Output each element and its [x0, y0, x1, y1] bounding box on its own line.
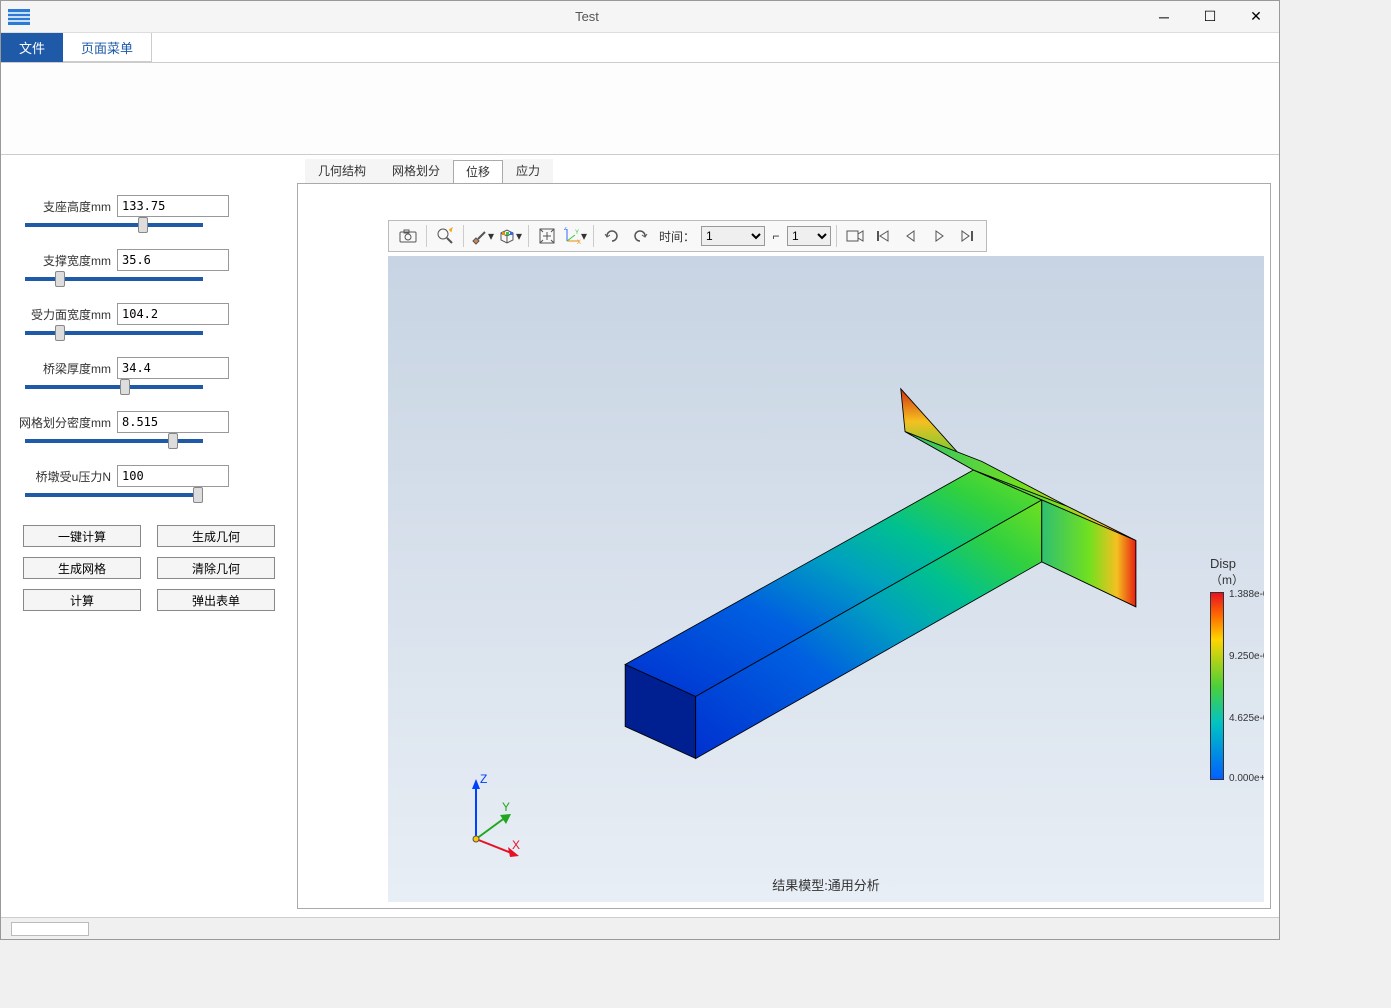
menu-tab-page[interactable]: 页面菜单	[63, 33, 152, 62]
param-input-pier-pressure[interactable]	[117, 465, 229, 487]
param-label: 桥墩受u压力N	[19, 468, 111, 485]
axes-icon[interactable]: ZXY▾	[562, 224, 588, 248]
param-input-force-width[interactable]	[117, 303, 229, 325]
popup-form-button[interactable]: 弹出表单	[157, 589, 275, 611]
skip-back-icon[interactable]	[870, 224, 896, 248]
play-icon[interactable]	[926, 224, 952, 248]
status-cell	[11, 922, 89, 936]
param-bridge-thickness: 桥梁厚度mm	[13, 357, 285, 389]
param-mesh-density: 网格划分密度mm	[13, 411, 285, 443]
generate-mesh-button[interactable]: 生成网格	[23, 557, 141, 579]
right-area: 几何结构 网格划分 位移 应力 ▾ ▾ ZXY▾	[297, 155, 1279, 917]
left-panel: 支座高度mm 支撑宽度mm 受力面宽度mm 桥梁厚度mm 网格划分密度mm	[1, 155, 297, 917]
ribbon	[1, 63, 1279, 155]
titlebar: Test ─ ☐ ✕	[1, 1, 1279, 33]
color-legend: Disp （m） 1.388e-06 9.250e-07 4.625e-07 0…	[1210, 556, 1244, 780]
legend-tick: 1.388e-06	[1229, 589, 1264, 600]
param-slider-pier-pressure[interactable]	[25, 493, 203, 497]
legend-tick: 0.000e+00	[1229, 773, 1264, 784]
param-slider-support-height[interactable]	[25, 223, 203, 227]
one-click-calc-button[interactable]: 一键计算	[23, 525, 141, 547]
window-controls: ─ ☐ ✕	[1141, 1, 1279, 33]
viewer-toolbar: ▾ ▾ ZXY▾ 时间： 1 ⌐ 1	[388, 220, 987, 252]
svg-text:Y: Y	[502, 800, 510, 814]
view-tabs: 几何结构 网格划分 位移 应力	[297, 159, 1279, 183]
cube-icon[interactable]: ▾	[497, 224, 523, 248]
param-support-width: 支撑宽度mm	[13, 249, 285, 281]
step-back-icon[interactable]	[898, 224, 924, 248]
result-label: 结果模型:通用分析	[772, 875, 880, 894]
legend-tick: 4.625e-07	[1229, 713, 1264, 724]
svg-text:X: X	[512, 838, 520, 852]
clear-geometry-button[interactable]: 清除几何	[157, 557, 275, 579]
legend-bar: 1.388e-06 9.250e-07 4.625e-07 0.000e+00	[1210, 592, 1224, 780]
3d-canvas[interactable]: Z X Y Disp （m）	[388, 256, 1264, 902]
param-input-mesh-density[interactable]	[117, 411, 229, 433]
angle-icon[interactable]: ⌐	[767, 224, 785, 248]
generate-geometry-button[interactable]: 生成几何	[157, 525, 275, 547]
legend-tick: 9.250e-07	[1229, 651, 1264, 662]
svg-text:X: X	[577, 240, 581, 245]
param-input-support-height[interactable]	[117, 195, 229, 217]
svg-text:Y: Y	[575, 230, 579, 236]
minimize-button[interactable]: ─	[1141, 1, 1187, 33]
time-label: 时间：	[659, 228, 695, 245]
param-label: 支撑宽度mm	[19, 252, 111, 269]
svg-text:Z: Z	[480, 772, 487, 786]
rotate-cw-icon[interactable]	[599, 224, 625, 248]
param-input-support-width[interactable]	[117, 249, 229, 271]
param-label: 受力面宽度mm	[19, 306, 111, 323]
calculate-button[interactable]: 计算	[23, 589, 141, 611]
fit-icon[interactable]	[534, 224, 560, 248]
maximize-button[interactable]: ☐	[1187, 1, 1233, 33]
menubar: 文件 页面菜单	[1, 33, 1279, 63]
brush-icon[interactable]: ▾	[469, 224, 495, 248]
frame-select[interactable]: 1	[787, 226, 831, 246]
tab-geometry[interactable]: 几何结构	[305, 159, 379, 183]
zoom-icon[interactable]	[432, 224, 458, 248]
tab-mesh[interactable]: 网格划分	[379, 159, 453, 183]
param-slider-bridge-thickness[interactable]	[25, 385, 203, 389]
time-select[interactable]: 1	[701, 226, 765, 246]
legend-unit: （m）	[1210, 571, 1244, 588]
app-icon	[5, 3, 33, 31]
param-slider-mesh-density[interactable]	[25, 439, 203, 443]
viewer: ▾ ▾ ZXY▾ 时间： 1 ⌐ 1	[297, 183, 1271, 909]
window-title: Test	[33, 9, 1141, 24]
param-pier-pressure: 桥墩受u压力N	[13, 465, 285, 497]
param-slider-support-width[interactable]	[25, 277, 203, 281]
param-label: 支座高度mm	[19, 198, 111, 215]
param-label: 桥梁厚度mm	[19, 360, 111, 377]
statusbar	[1, 917, 1279, 939]
axis-triad: Z X Y	[456, 769, 536, 862]
param-support-height: 支座高度mm	[13, 195, 285, 227]
skip-forward-icon[interactable]	[954, 224, 980, 248]
svg-text:Z: Z	[564, 227, 568, 232]
tab-displacement[interactable]: 位移	[453, 160, 503, 184]
application-window: Test ─ ☐ ✕ 文件 页面菜单 支座高度mm 支撑宽度mm 受力面宽度mm	[0, 0, 1280, 940]
param-label: 网格划分密度mm	[19, 414, 111, 431]
param-input-bridge-thickness[interactable]	[117, 357, 229, 379]
action-buttons: 一键计算 生成几何 生成网格 清除几何 计算 弹出表单	[13, 519, 285, 617]
body: 支座高度mm 支撑宽度mm 受力面宽度mm 桥梁厚度mm 网格划分密度mm	[1, 155, 1279, 917]
param-slider-force-width[interactable]	[25, 331, 203, 335]
tab-stress[interactable]: 应力	[503, 159, 553, 183]
param-force-width: 受力面宽度mm	[13, 303, 285, 335]
close-button[interactable]: ✕	[1233, 1, 1279, 33]
legend-title: Disp	[1210, 556, 1244, 571]
rotate-ccw-icon[interactable]	[627, 224, 653, 248]
menu-tab-file[interactable]: 文件	[1, 33, 63, 62]
camera-icon[interactable]	[395, 224, 421, 248]
video-icon[interactable]	[842, 224, 868, 248]
